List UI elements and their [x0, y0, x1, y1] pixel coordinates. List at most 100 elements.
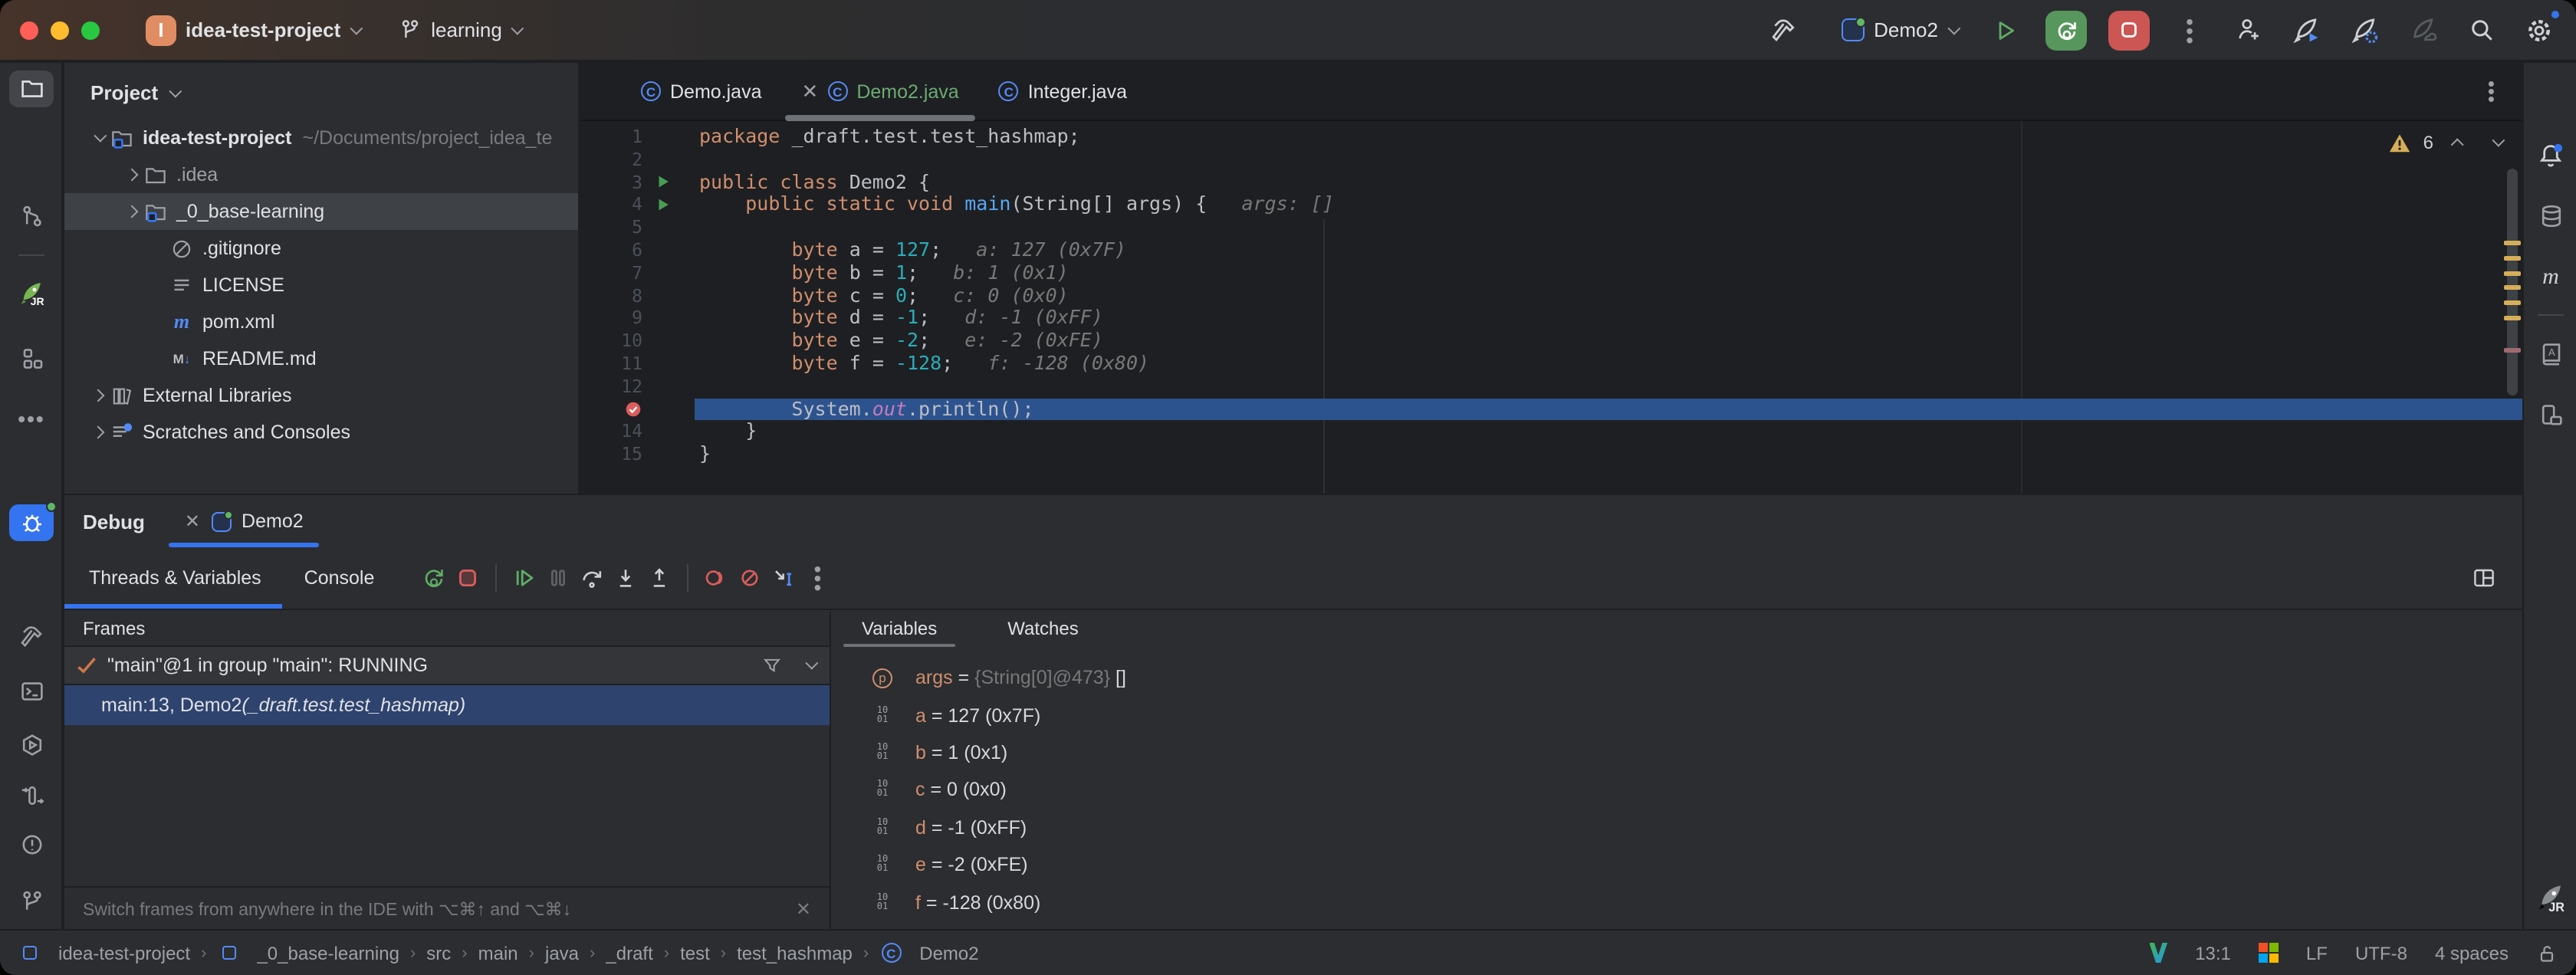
error-stripe-mark[interactable]: [2504, 348, 2521, 352]
tree-item-idea-test-project[interactable]: idea-test-project~/Documents/project_ide…: [64, 120, 578, 156]
run-configuration-widget[interactable]: Demo2: [1832, 14, 1966, 46]
gutter[interactable]: 10: [581, 330, 695, 353]
step-over-button[interactable]: [575, 561, 609, 595]
warning-stripe-mark[interactable]: [2504, 256, 2521, 260]
gutter[interactable]: 5: [581, 216, 695, 239]
terminal-toolwindow-button[interactable]: [9, 673, 54, 710]
jrebel-debug-button[interactable]: [2346, 11, 2383, 48]
v-plugin-icon[interactable]: [2149, 943, 2167, 963]
breadcrumb-java[interactable]: java: [545, 942, 579, 964]
maximize-window-button[interactable]: [81, 21, 100, 39]
tree-item-pom-xml[interactable]: mpom.xml: [64, 304, 578, 340]
project-widget[interactable]: I idea-test-project: [136, 10, 368, 50]
run-to-cursor-button[interactable]: [767, 561, 800, 595]
endpoints-toolwindow-button[interactable]: [9, 777, 54, 814]
project-toolwindow-button[interactable]: [9, 71, 54, 107]
variable-row-b[interactable]: 1001b = 1 (0x1): [831, 734, 2522, 772]
structure-toolwindow-button[interactable]: [9, 340, 54, 377]
breadcrumb--0-base-learning[interactable]: _0_base-learning: [217, 941, 399, 964]
variable-row-e[interactable]: 1001e = -2 (0xFE): [831, 846, 2522, 884]
editor-scrollbar[interactable]: [2507, 169, 2518, 396]
more-actions-button[interactable]: •••: [2171, 11, 2208, 48]
breakpoint-icon[interactable]: [581, 400, 642, 419]
breadcrumb-src[interactable]: src: [426, 942, 451, 964]
chevron-right-icon[interactable]: [126, 169, 139, 182]
rerun-debug-button[interactable]: [417, 561, 451, 595]
device-manager-button[interactable]: [2532, 397, 2570, 434]
filter-icon[interactable]: [762, 655, 782, 675]
tree-item--idea[interactable]: .idea: [64, 156, 578, 193]
warning-stripe-mark[interactable]: [2504, 241, 2521, 245]
tree-item--0-base-learning[interactable]: _0_base-learning: [64, 193, 578, 230]
layout-settings-button[interactable]: [2467, 561, 2501, 595]
inspections-widget[interactable]: 6: [2390, 132, 2501, 153]
minimize-window-button[interactable]: [51, 21, 69, 39]
thread-selector[interactable]: "main"@1 in group "main": RUNNING: [64, 645, 830, 685]
jrebel-toolwindow-button[interactable]: JR: [9, 274, 54, 311]
tab-console[interactable]: Console: [304, 547, 375, 609]
maven-button[interactable]: m: [2532, 259, 2570, 296]
rerun-debug-button[interactable]: [2045, 10, 2087, 50]
tree-item-readme-md[interactable]: M↓README.md: [64, 340, 578, 377]
gutter[interactable]: 2: [581, 149, 695, 172]
gutter[interactable]: 12: [581, 376, 695, 399]
gutter[interactable]: 3: [581, 171, 695, 194]
close-icon[interactable]: ✕: [802, 79, 819, 103]
jrebel-remote-button[interactable]: [2404, 11, 2441, 48]
database-button[interactable]: [2532, 198, 2570, 235]
tab-threads-variables[interactable]: Threads & Variables: [89, 547, 261, 609]
pause-button[interactable]: [541, 561, 575, 595]
gutter[interactable]: 11: [581, 353, 695, 376]
variable-row-a[interactable]: 1001a = 127 (0x7F): [831, 697, 2522, 734]
breadcrumb--draft[interactable]: _draft: [606, 942, 652, 964]
run-gutter-icon[interactable]: [642, 174, 682, 191]
vcs-branch-widget[interactable]: learning: [389, 14, 530, 46]
breadcrumb-main[interactable]: main: [478, 942, 518, 964]
breadcrumb-demo2[interactable]: CDemo2: [879, 941, 978, 964]
chevron-down-icon[interactable]: [94, 130, 107, 143]
tree-item-external-libraries[interactable]: External Libraries: [64, 377, 578, 414]
problems-toolwindow-button[interactable]: [9, 826, 54, 863]
tab-variables[interactable]: Variables: [862, 612, 937, 652]
step-out-button[interactable]: [642, 561, 676, 595]
run-button[interactable]: [1987, 11, 2024, 48]
tab-demo2-java[interactable]: ✕ C Demo2.java: [782, 63, 979, 120]
gutter[interactable]: 6: [581, 239, 695, 262]
caret-position[interactable]: 13:1: [2195, 942, 2231, 964]
tab-watches[interactable]: Watches: [1007, 612, 1079, 652]
debug-session-tab[interactable]: ✕ Demo2: [179, 495, 310, 547]
view-breakpoints-button[interactable]: [699, 561, 733, 595]
warning-stripe-mark[interactable]: [2504, 285, 2521, 289]
close-icon[interactable]: ✕: [185, 510, 200, 532]
gutter[interactable]: 9: [581, 307, 695, 330]
warning-stripe-mark[interactable]: [2504, 300, 2521, 304]
warning-stripe-mark[interactable]: [2504, 271, 2521, 275]
lock-open-icon[interactable]: [2536, 942, 2558, 964]
tab-integer-java[interactable]: C Integer.java: [979, 63, 1147, 120]
vcs-toolwindow-button[interactable]: [9, 883, 54, 920]
stack-frame-row[interactable]: main:13, Demo2 (_draft.test.test_hashmap…: [64, 685, 830, 725]
more-actions-button[interactable]: •••: [800, 561, 834, 595]
tab-demo-java[interactable]: C Demo.java: [621, 63, 782, 120]
mute-breakpoints-button[interactable]: [733, 561, 767, 595]
search-everywhere-button[interactable]: [2463, 11, 2499, 48]
stop-button[interactable]: [2108, 10, 2150, 50]
project-panel-header[interactable]: Project: [64, 63, 578, 120]
file-encoding[interactable]: UTF-8: [2355, 942, 2407, 964]
ms-plugin-icon[interactable]: [2259, 943, 2279, 963]
jrebel-run-button[interactable]: [2288, 11, 2325, 48]
gutter[interactable]: 14: [581, 421, 695, 444]
debug-toolwindow-button[interactable]: [9, 504, 54, 541]
breadcrumb-test-hashmap[interactable]: test_hashmap: [737, 942, 853, 964]
warning-stripe-mark[interactable]: [2504, 316, 2521, 320]
tree-item--gitignore[interactable]: .gitignore: [64, 230, 578, 267]
run-gutter-icon[interactable]: [642, 197, 682, 214]
chevron-right-icon[interactable]: [126, 205, 139, 218]
close-icon[interactable]: ✕: [796, 898, 811, 919]
indent-setting[interactable]: 4 spaces: [2435, 942, 2509, 964]
build-hammer-button[interactable]: [1765, 11, 1802, 48]
gutter[interactable]: 1: [581, 126, 695, 149]
more-toolwindows-button[interactable]: •••: [9, 400, 54, 437]
gutter[interactable]: 8: [581, 284, 695, 307]
tree-item-license[interactable]: LICENSE: [64, 267, 578, 304]
